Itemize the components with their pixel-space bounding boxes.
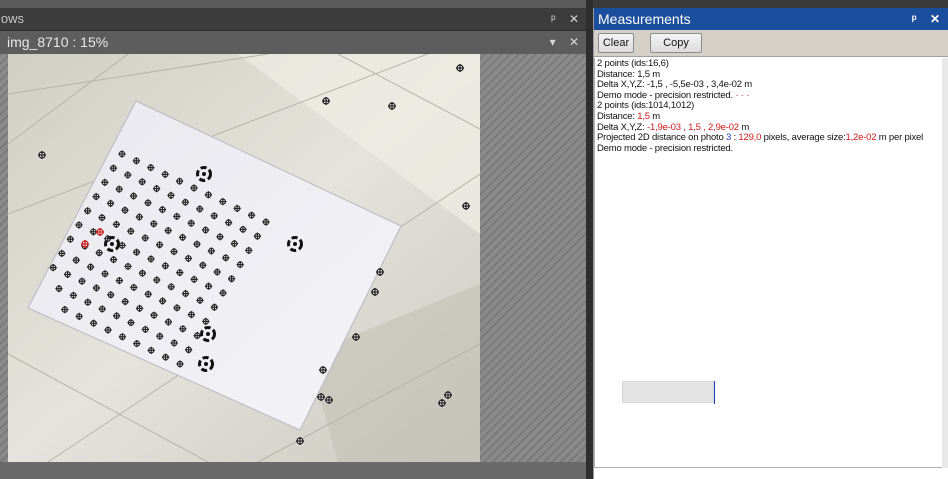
measurements-title: Measurements [598,11,691,27]
measurements-scrollbar[interactable] [942,58,948,468]
coded-target-dot [204,362,208,366]
dropdown-icon[interactable]: ▾ [550,31,558,53]
measurements-title-bar: Measurements ᵖ ✕ [594,8,948,30]
measurement-segment: · · · [732,89,750,101]
measurement-segment: 1,5 [637,110,650,122]
photo-canvas[interactable] [8,54,480,462]
measurement-segment: 2 points (ids:16,6) [597,58,669,69]
windows-title-bar: lows ᵖ ✕ [0,8,589,31]
photo-viewport[interactable] [0,54,589,479]
text-cursor [714,381,715,404]
pin-icon[interactable]: ᵖ [551,8,558,30]
text-input-box[interactable] [622,381,714,403]
measurement-line: Demo mode - precision restricted. [597,142,940,155]
image-view-panel: lows ᵖ ✕ img_8710 : 15% ▾ ✕ [0,0,589,479]
clear-button[interactable]: Clear [598,33,634,53]
coded-target-dot [293,242,297,246]
measurements-panel: Measurements ᵖ ✕ Clear Copy 2 points (id… [593,8,948,479]
close-icon[interactable]: ✕ [569,31,581,53]
coded-target-dot [110,242,114,246]
document-tab-bar: img_8710 : 15% ▾ ✕ [0,31,589,54]
measurement-segment: Demo mode - precision restricted. [597,89,733,101]
measurement-segment: m per pixel [876,132,924,144]
copy-button[interactable]: Copy [650,33,702,53]
measurement-segment: pixels, average size: [761,132,846,144]
close-icon[interactable]: ✕ [930,8,942,30]
measurements-log[interactable]: 2 points (ids:16,6) Distance: 1,5 m Delta … [594,58,943,468]
measurement-segment: m [649,110,661,122]
close-icon[interactable]: ✕ [569,8,581,30]
panel-splitter[interactable] [586,0,593,479]
coded-target-dot [206,332,210,336]
measurement-segment: m [738,121,750,133]
windows-title: lows [0,11,25,26]
measurement-segment: Projected 2D distance on photo [597,132,726,144]
document-tab[interactable]: img_8710 : 15% [7,31,108,53]
measurement-segment: Distance: [597,110,638,122]
coded-target-dot [202,172,206,176]
measurement-segment: -1,9e-03 , 1,5 , 2,9e-02 [647,121,739,133]
measurement-segment: Delta X,Y,Z: [597,121,648,133]
measurement-segment: 1,2e-02 [845,132,877,144]
measurement-segment: Delta X,Y,Z: -1,5 , -5,5e-03 , 3,4e-02 m [597,79,752,91]
pin-icon[interactable]: ᵖ [912,8,919,30]
measurement-segment: Distance: 1,5 m [597,68,660,80]
photo-image[interactable] [8,54,480,462]
measurement-segment: 129,0 [738,132,762,144]
viewport-bottom-strip [0,462,589,479]
measurement-segment: 2 points (ids:1014,1012) [597,100,695,112]
measurement-segment: Demo mode - precision restricted. [597,142,733,154]
measurements-toolbar: Clear Copy [594,30,948,57]
